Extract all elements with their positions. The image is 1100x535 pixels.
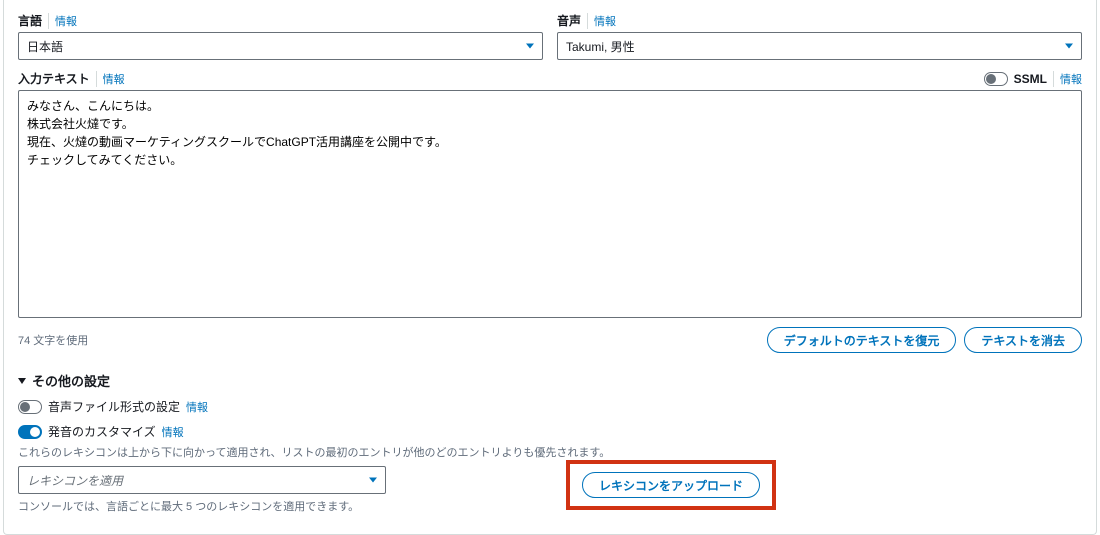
- caret-down-icon: [526, 44, 534, 49]
- lexicon-placeholder: レキシコンを適用: [19, 467, 385, 495]
- language-selected-value: 日本語: [19, 33, 542, 61]
- expand-caret-icon: [18, 378, 26, 384]
- clear-text-button[interactable]: テキストを消去: [964, 327, 1082, 353]
- customize-pron-help: これらのレキシコンは上から下に向かって適用され、リストの最初のエントリが他のどの…: [18, 444, 1082, 460]
- customize-pron-toggle[interactable]: [18, 425, 42, 439]
- caret-down-icon: [369, 478, 377, 483]
- audio-format-info-link[interactable]: 情報: [186, 399, 208, 415]
- audio-format-toggle[interactable]: [18, 400, 42, 414]
- voice-select[interactable]: Takumi, 男性: [557, 32, 1082, 60]
- ssml-info-link[interactable]: 情報: [1053, 71, 1082, 87]
- customize-pron-label: 発音のカスタマイズ: [48, 423, 156, 440]
- char-count: 74 文字を使用: [18, 332, 88, 348]
- ssml-toggle[interactable]: [984, 72, 1008, 86]
- language-select[interactable]: 日本語: [18, 32, 543, 60]
- upload-lexicon-button[interactable]: レキシコンをアップロード: [582, 472, 760, 498]
- input-text-info-link[interactable]: 情報: [96, 71, 125, 87]
- audio-format-label: 音声ファイル形式の設定: [48, 398, 180, 415]
- language-label: 言語: [18, 12, 42, 29]
- console-help: コンソールでは、言語ごとに最大 5 つのレキシコンを適用できます。: [18, 498, 386, 514]
- ssml-label: SSML: [1014, 72, 1047, 86]
- other-settings-header[interactable]: その他の設定: [18, 371, 1082, 390]
- customize-pron-info-link[interactable]: 情報: [162, 424, 184, 440]
- language-info-link[interactable]: 情報: [48, 13, 77, 29]
- input-text-area[interactable]: [18, 90, 1082, 318]
- lexicon-select[interactable]: レキシコンを適用: [18, 466, 386, 494]
- caret-down-icon: [1065, 44, 1073, 49]
- main-panel: 言語 情報 日本語 音声 情報 Takumi, 男性 入力テキスト 情報: [3, 0, 1097, 535]
- voice-label: 音声: [557, 12, 581, 29]
- input-text-label: 入力テキスト: [18, 70, 90, 87]
- other-settings-title: その他の設定: [32, 371, 110, 390]
- voice-selected-value: Takumi, 男性: [558, 33, 1081, 61]
- voice-info-link[interactable]: 情報: [587, 13, 616, 29]
- restore-default-button[interactable]: デフォルトのテキストを復元: [767, 327, 957, 353]
- highlight-annotation: レキシコンをアップロード: [566, 460, 776, 510]
